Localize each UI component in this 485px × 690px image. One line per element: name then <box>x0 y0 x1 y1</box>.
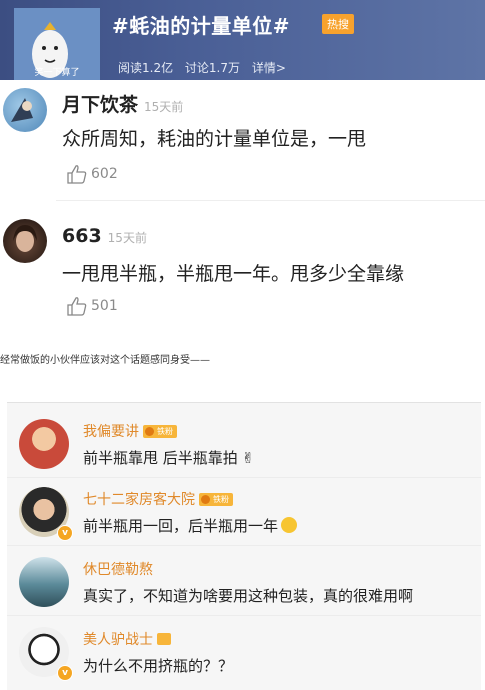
victory-hand-icon: ✌ <box>241 449 255 467</box>
fan-badge: 铁粉 <box>199 492 233 506</box>
topic-title[interactable]: #蚝油的计量单位# <box>112 10 290 39</box>
list-item: v 七十二家房客大院 铁粉 前半瓶用一回，后半瓶用一年 <box>7 477 481 546</box>
list-item: 休巴德勒熬 真实了，不知道为啥要用这种包装，真的很难用啊 <box>7 547 481 616</box>
comment-text: 为什么不用挤瓶的？？ <box>83 657 234 675</box>
thumbnail-caption: 笑一下算了 <box>34 68 80 78</box>
details-link[interactable]: 详情> <box>252 61 286 75</box>
thumbs-up-icon <box>67 165 87 184</box>
comment-text: 众所周知，耗油的计量单位是，一甩 <box>62 128 367 150</box>
comment-username[interactable]: 月下饮茶 15天前 <box>62 90 183 117</box>
avatar[interactable] <box>19 419 69 469</box>
comment-username[interactable]: 663 15天前 <box>62 225 147 247</box>
thumbs-up-icon <box>67 297 87 316</box>
hot-badge: 热搜 <box>322 14 354 34</box>
discussion-count: 讨论1.7万 <box>184 61 241 75</box>
crown-badge-icon <box>157 633 171 645</box>
topic-thumbnail: 笑一下算了 <box>14 8 100 80</box>
topic-stats: 阅读1.2亿 讨论1.7万 详情> <box>118 59 294 76</box>
like-count: 602 <box>91 166 118 182</box>
comment-time: 15天前 <box>144 100 184 114</box>
comment-username[interactable]: 我偏要讲 铁粉 <box>83 421 177 441</box>
comment-text: 真实了，不知道为啥要用这种包装，真的很难用啊 <box>83 587 414 605</box>
verified-icon: v <box>57 525 73 541</box>
comment-text: 前半瓶用一回，后半瓶用一年 <box>83 515 298 536</box>
avatar[interactable] <box>3 219 47 263</box>
avatar[interactable] <box>19 557 69 607</box>
topic-header[interactable]: 笑一下算了 #蚝油的计量单位# 热搜 阅读1.2亿 讨论1.7万 详情> <box>0 0 485 80</box>
list-item: v 美人驴战士 为什么不用挤瓶的？？ <box>7 617 481 685</box>
fan-badge: 铁粉 <box>143 424 177 438</box>
comment-item: 663 15天前 一甩甩半瓶，半瓶甩一年。甩多少全靠缘 501 <box>3 200 485 331</box>
like-button[interactable]: 501 <box>66 296 118 316</box>
like-count: 501 <box>91 298 118 314</box>
comment-card: 我偏要讲 铁粉 前半瓶靠甩 后半瓶靠拍 ✌ v 七十二家房客大院 铁粉 前半瓶用一回，… <box>7 402 481 690</box>
caption-text: 经常做饭的小伙伴应该对这个话题感同身受—— <box>0 355 210 366</box>
laugh-cry-icon <box>281 517 298 533</box>
list-item: 我偏要讲 铁粉 前半瓶靠甩 后半瓶靠拍 ✌ <box>7 409 481 478</box>
comment-username[interactable]: 七十二家房客大院 铁粉 <box>83 489 233 509</box>
comment-text: 前半瓶靠甩 后半瓶靠拍 ✌ <box>83 449 255 467</box>
comment-username[interactable]: 休巴德勒熬 <box>83 559 153 579</box>
read-count: 阅读1.2亿 <box>118 61 174 75</box>
avatar-image <box>13 225 37 252</box>
comment-item: 月下饮茶 15天前 众所周知，耗油的计量单位是，一甩 602 <box>0 80 485 200</box>
comment-time: 15天前 <box>107 231 147 245</box>
comment-text: 一甩甩半瓶，半瓶甩一年。甩多少全靠缘 <box>62 263 405 285</box>
verified-icon: v <box>57 665 73 681</box>
avatar[interactable] <box>3 88 47 132</box>
avatar-image <box>11 98 33 122</box>
like-button[interactable]: 602 <box>66 164 118 184</box>
comment-username[interactable]: 美人驴战士 <box>83 629 171 649</box>
